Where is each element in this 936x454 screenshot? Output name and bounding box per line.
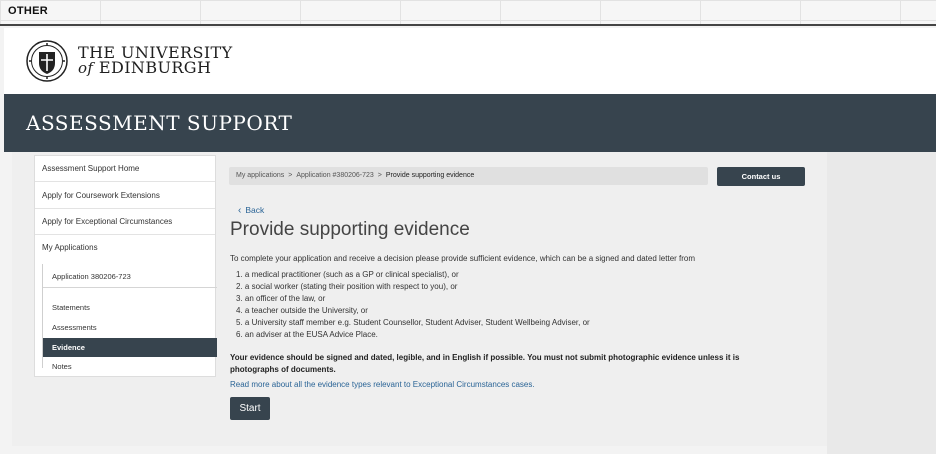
back-label: Back — [245, 205, 265, 215]
list-item: 2. a social worker (stating their positi… — [236, 282, 458, 291]
breadcrumb: My applications > Application #380206-723 >… — [229, 167, 708, 185]
breadcrumb-item-current: Provide supporting evidence — [385, 172, 475, 179]
subnav-item-statements[interactable]: Statements — [43, 298, 217, 317]
start-button[interactable]: Start — [230, 397, 270, 420]
list-item: 4. a teacher outside the University, or — [236, 306, 368, 315]
domain-tag: OTHER — [8, 5, 48, 17]
breadcrumb-separator: > — [288, 172, 293, 179]
sidebar-nav: Assessment Support Home Apply for Course… — [34, 155, 217, 377]
subnav-item-notes[interactable]: Notes — [43, 357, 217, 376]
breadcrumb-item-application[interactable]: Application #380206-723 — [296, 172, 373, 179]
read-more-link[interactable]: Read more about all the evidence types r… — [230, 380, 535, 389]
application-subnav: Application 380206-723 Statements Assess… — [42, 264, 217, 371]
list-item: 5. a University staff member e.g. Studen… — [236, 318, 590, 327]
university-name-suffix: EDINBURGH — [98, 58, 212, 77]
list-item: 6. an adviser at the EUSA Advice Place. — [236, 330, 378, 339]
list-item: 3. an officer of the law, or — [236, 294, 326, 303]
sidebar-item-my-applications[interactable]: My Applications — [35, 235, 215, 261]
subnav-item-evidence[interactable]: Evidence — [43, 338, 217, 357]
sidebar-item-home[interactable]: Assessment Support Home — [35, 156, 215, 182]
service-title: ASSESSMENT SUPPORT — [26, 111, 293, 135]
university-name-line2: of EDINBURGH — [78, 60, 233, 76]
right-gutter — [827, 152, 936, 454]
breadcrumb-separator: > — [377, 172, 382, 179]
contact-us-button[interactable]: Contact us — [717, 167, 805, 186]
university-crest-icon[interactable] — [26, 40, 68, 82]
domain-label-strip: OTHER — [0, 0, 936, 26]
service-banner: ASSESSMENT SUPPORT — [4, 94, 936, 152]
list-item: 1. a medical practitioner (such as a GP … — [236, 270, 459, 279]
evidence-list: 1. a medical practitioner (such as a GP … — [236, 269, 590, 341]
evidence-warning: Your evidence should be signed and dated… — [230, 353, 740, 374]
sidebar-item-coursework-extensions[interactable]: Apply for Coursework Extensions — [35, 183, 215, 209]
university-name-prefix: of — [78, 59, 94, 77]
university-logo-text[interactable]: THE UNIVERSITY of EDINBURGH — [78, 45, 233, 76]
subnav-item-assessments[interactable]: Assessments — [43, 318, 217, 337]
chevron-left-icon: ‹ — [238, 205, 242, 216]
back-link[interactable]: ‹ Back — [238, 205, 264, 216]
intro-text: To complete your application and receive… — [230, 254, 696, 263]
page-title: Provide supporting evidence — [230, 219, 470, 240]
subnav-application[interactable]: Application 380206-723 — [43, 264, 217, 288]
breadcrumb-item-my-applications[interactable]: My applications — [236, 172, 284, 179]
sidebar-item-exceptional-circumstances[interactable]: Apply for Exceptional Circumstances — [35, 209, 215, 235]
